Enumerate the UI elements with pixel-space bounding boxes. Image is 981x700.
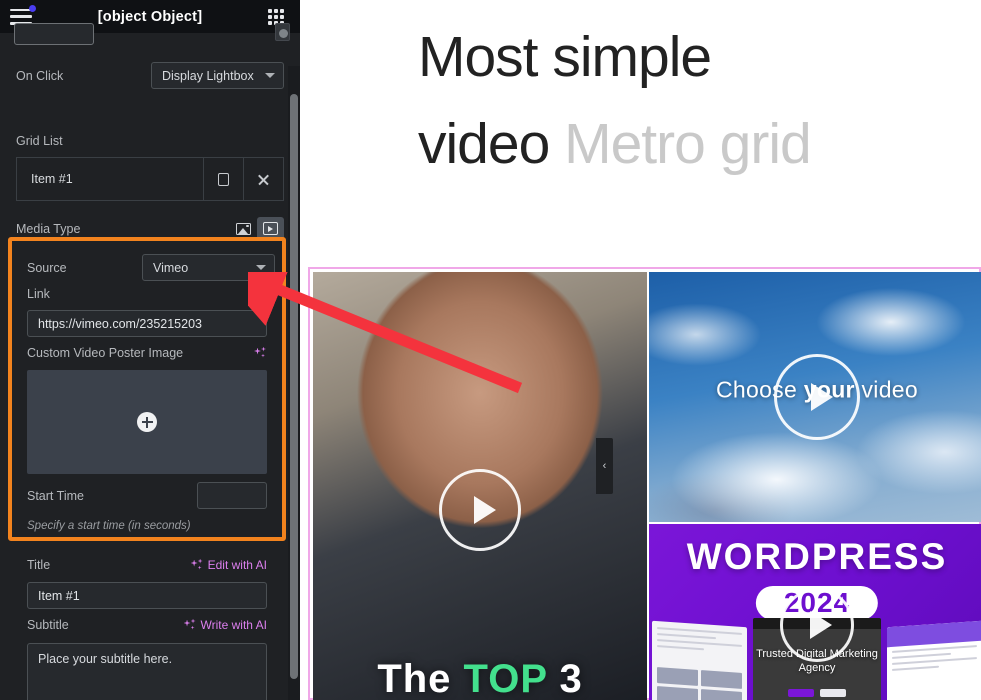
page-title: Most simple video Metro grid — [418, 14, 981, 187]
ai-sparkle-icon[interactable] — [254, 346, 267, 360]
start-time-row: Start Time — [27, 482, 267, 509]
poster-label: Custom Video Poster Image — [27, 346, 184, 360]
media-type-label: Media Type — [16, 221, 81, 236]
source-value: Vimeo — [153, 260, 189, 275]
metro-grid: Choose your video The TOP 3 WORDPRESS 20… — [313, 272, 981, 700]
grid-tile-sky-video[interactable]: Choose your video — [649, 272, 981, 522]
man-tile-caption: The TOP 3 — [313, 657, 647, 700]
subtitle-label: Subtitle — [27, 618, 69, 632]
poster-upload-box[interactable] — [27, 370, 267, 474]
grid-item-name: Item #1 — [31, 172, 73, 186]
media-type-row: Media Type — [16, 217, 284, 240]
sky-caption-post: video — [854, 376, 918, 402]
write-with-ai-label: Write with AI — [200, 618, 267, 632]
app-root: [object Object] On Click Display Lightbo… — [0, 0, 981, 700]
panel-body: On Click Display Lightbox Grid List Item… — [0, 23, 300, 700]
title-input[interactable]: Item #1 — [27, 582, 267, 609]
hero-section: Most simple video Metro grid — [300, 0, 981, 187]
partial-toggle-above[interactable] — [275, 23, 290, 41]
media-type-image-button[interactable] — [230, 217, 257, 240]
source-row: Source Vimeo — [27, 254, 275, 281]
on-click-value: Display Lightbox — [162, 68, 254, 83]
on-click-label: On Click — [16, 68, 64, 83]
start-time-hint: Specify a start time (in seconds) — [27, 520, 191, 532]
grid-tile-wordpress-video[interactable]: WORDPRESS 2024 Trusted Digital Marketing… — [649, 524, 981, 700]
close-icon — [257, 173, 270, 186]
video-icon — [263, 222, 278, 235]
man-caption-post: 3 — [547, 657, 583, 700]
play-button-icon[interactable] — [774, 354, 860, 440]
sidebar-scrollbar-track[interactable] — [288, 66, 300, 700]
link-input[interactable]: https://vimeo.com/235215203 — [27, 310, 267, 337]
heading-line-2-dark: video — [418, 111, 550, 176]
duplicate-icon — [215, 170, 229, 186]
on-click-select[interactable]: Display Lightbox — [151, 62, 284, 89]
screenshot-left — [652, 620, 747, 700]
partial-control-above[interactable] — [14, 23, 94, 45]
on-click-row: On Click Display Lightbox — [16, 62, 284, 89]
heading-line-1: Most simple — [418, 25, 712, 89]
media-type-video-button[interactable] — [257, 217, 284, 240]
plus-circle-icon — [137, 412, 157, 432]
image-icon — [236, 222, 251, 235]
duplicate-item-button[interactable] — [203, 158, 243, 200]
subtitle-label-row: Subtitle Write with AI — [27, 618, 267, 632]
screenshot-right — [887, 620, 981, 700]
start-time-input[interactable] — [197, 482, 267, 509]
edit-with-ai-button[interactable]: Edit with AI — [190, 558, 267, 572]
heading-line-2-muted: Metro grid — [564, 111, 812, 176]
link-label: Link — [27, 287, 50, 301]
notification-dot-icon — [29, 4, 36, 12]
sidebar-scrollbar-thumb[interactable] — [290, 94, 298, 679]
media-type-toggle-group — [230, 217, 284, 240]
title-label-row: Title Edit with AI — [27, 558, 267, 572]
edit-with-ai-label: Edit with AI — [207, 558, 267, 572]
ai-sparkle-icon — [190, 558, 204, 572]
man-caption-highlight: TOP — [463, 657, 548, 700]
grid-list-item-row[interactable]: Item #1 — [16, 157, 284, 201]
write-with-ai-button[interactable]: Write with AI — [183, 618, 267, 632]
subtitle-value: Place your subtitle here. — [38, 652, 173, 666]
page-preview: Most simple video Metro grid Choose your… — [300, 0, 981, 700]
chevron-down-icon — [256, 265, 266, 270]
wordpress-title: WORDPRESS — [686, 536, 948, 577]
ai-sparkle-icon — [183, 618, 197, 632]
source-select[interactable]: Vimeo — [142, 254, 275, 281]
start-time-label: Start Time — [27, 488, 84, 503]
grid-list-label: Grid List — [16, 134, 63, 148]
panel-collapse-handle[interactable]: ‹ — [596, 438, 613, 494]
source-label: Source — [27, 260, 67, 275]
title-label: Title — [27, 558, 51, 572]
play-button-icon[interactable] — [439, 468, 521, 551]
poster-label-row: Custom Video Poster Image — [27, 346, 267, 360]
delete-item-button[interactable] — [243, 158, 283, 200]
metro-grid-container: Choose your video The TOP 3 WORDPRESS 20… — [308, 267, 981, 700]
chevron-down-icon — [265, 73, 275, 78]
man-caption-pre: The — [377, 657, 464, 700]
play-button-icon[interactable] — [780, 587, 854, 662]
editor-sidebar: [object Object] On Click Display Lightbo… — [0, 0, 300, 700]
subtitle-textarea[interactable]: Place your subtitle here. — [27, 643, 267, 700]
